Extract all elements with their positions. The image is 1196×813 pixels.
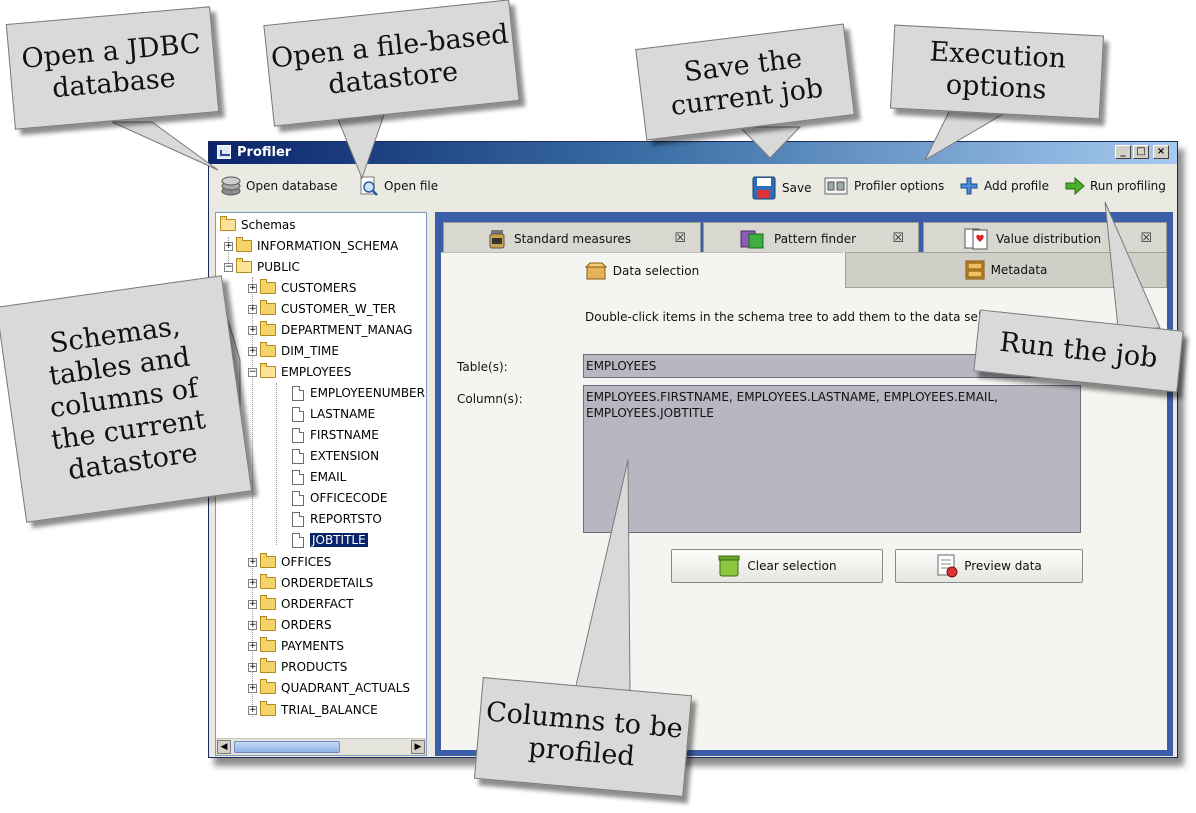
pointer-columns-profiled	[574, 459, 631, 691]
pointer-save-job	[738, 126, 802, 159]
pointer-open-jdbc	[111, 121, 219, 171]
callout-schemas-tables: Schemas, tables and columns of the curre…	[0, 275, 253, 523]
callout-open-jdbc: Open a JDBC database	[5, 6, 220, 130]
callout-columns-profiled: Columns to be profiled	[473, 677, 693, 797]
pointer-execution-options	[923, 109, 1012, 162]
callout-execution-options: Execution options	[889, 24, 1105, 120]
pointer-run-job	[1104, 201, 1161, 329]
pointer-open-file	[334, 111, 386, 180]
